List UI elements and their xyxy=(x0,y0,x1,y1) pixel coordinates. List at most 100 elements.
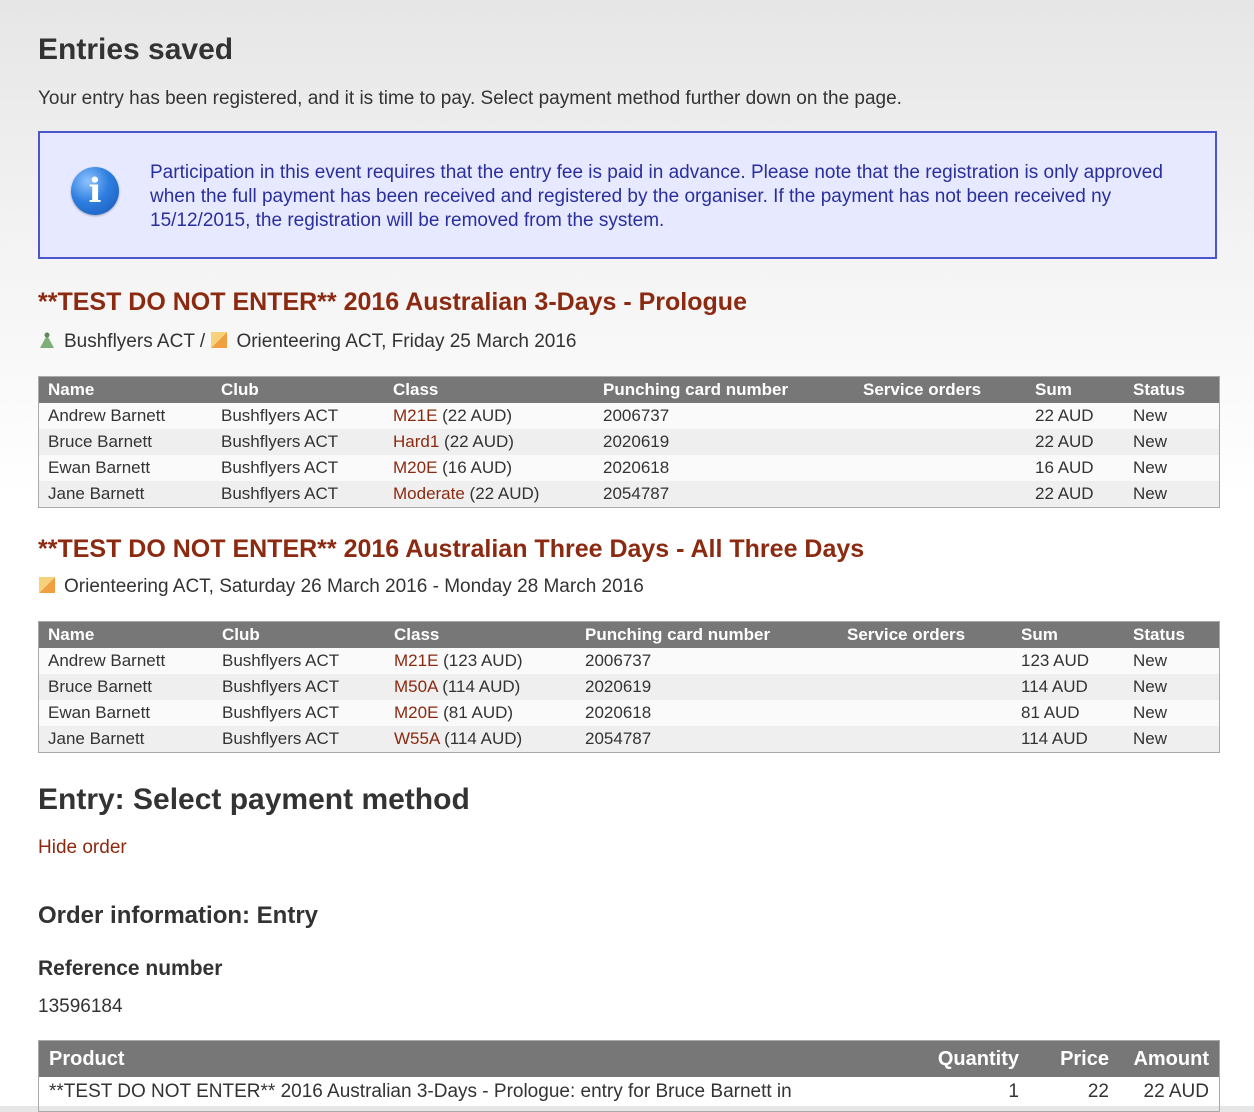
entry-card: 2020619 xyxy=(585,677,652,696)
entry-name: Ewan Barnett xyxy=(48,703,151,722)
entries-table: Name Club Class Punching card number Ser… xyxy=(38,621,1220,753)
entry-sum: 22 AUD xyxy=(1035,484,1094,503)
entry-sum: 114 AUD xyxy=(1021,729,1088,748)
column-card: Punching card number xyxy=(576,621,838,648)
entry-card: 2006737 xyxy=(585,651,652,670)
table-row: Ewan Barnett Bushflyers ACT M20E (16 AUD… xyxy=(38,455,1220,481)
table-row: Jane Barnett Bushflyers ACT W55A (114 AU… xyxy=(38,726,1220,753)
info-box: i Participation in this event requires t… xyxy=(38,131,1217,259)
hide-order-link[interactable]: Hide order xyxy=(38,837,127,859)
entry-class: M21E (22 AUD) xyxy=(384,403,594,429)
entry-club-link[interactable]: Bushflyers ACT xyxy=(212,429,384,455)
entry-sum: 22 AUD xyxy=(1035,406,1094,425)
orienteering-icon xyxy=(211,332,228,348)
event-title: **TEST DO NOT ENTER** 2016 Australian Th… xyxy=(38,535,865,563)
entry-service xyxy=(838,648,1012,674)
column-card: Punching card number xyxy=(594,376,854,403)
class-fee: (22 AUD) xyxy=(437,406,513,425)
reference-value: 13596184 xyxy=(38,996,123,1017)
entry-service xyxy=(854,403,1026,429)
organiser-text: Orienteering ACT, Saturday 26 March 2016… xyxy=(64,576,644,597)
entry-status: New xyxy=(1133,677,1168,696)
event-organiser: Orienteering ACT, Saturday 26 March 2016… xyxy=(38,576,644,598)
entry-class: Moderate (22 AUD) xyxy=(384,481,594,508)
column-class: Class xyxy=(384,376,594,403)
entry-status: New xyxy=(1133,458,1168,477)
column-club: Club xyxy=(213,621,385,648)
class-link[interactable]: W55A xyxy=(394,729,439,748)
entry-card: 2006737 xyxy=(603,406,670,425)
column-price: Price xyxy=(1029,1040,1119,1077)
entry-club-link[interactable]: Bushflyers ACT xyxy=(212,403,384,429)
class-fee: (81 AUD) xyxy=(438,703,514,722)
product-price: 22 xyxy=(1087,1081,1109,1102)
table-row: Andrew Barnett Bushflyers ACT M21E (22 A… xyxy=(38,403,1220,429)
club-icon xyxy=(40,332,54,348)
entry-card: 2054787 xyxy=(603,484,670,503)
entry-sum: 81 AUD xyxy=(1021,703,1080,722)
entry-name: Bruce Barnett xyxy=(48,677,152,696)
product-name: **TEST DO NOT ENTER** 2016 Australian 3-… xyxy=(49,1081,792,1102)
entry-class: Hard1 (22 AUD) xyxy=(384,429,594,455)
class-link[interactable]: M21E xyxy=(394,651,438,670)
entry-status: New xyxy=(1133,703,1168,722)
entry-club-link[interactable]: Bushflyers ACT xyxy=(213,700,385,726)
table-header-row: Name Club Class Punching card number Ser… xyxy=(38,376,1220,403)
column-service: Service orders xyxy=(854,376,1026,403)
table-header-row: Name Club Class Punching card number Ser… xyxy=(38,621,1220,648)
table-row: **TEST DO NOT ENTER** 2016 Australian 3-… xyxy=(39,1077,1220,1112)
column-class: Class xyxy=(385,621,576,648)
intro-text: Your entry has been registered, and it i… xyxy=(38,88,902,109)
entry-card: 2020618 xyxy=(585,703,652,722)
entry-club-link[interactable]: Bushflyers ACT xyxy=(212,481,384,508)
info-text: Participation in this event requires tha… xyxy=(150,162,1163,231)
entry-name: Andrew Barnett xyxy=(48,651,166,670)
page-title: Entries saved xyxy=(38,33,234,66)
class-fee: (114 AUD) xyxy=(437,677,521,696)
class-link[interactable]: M20E xyxy=(393,458,437,477)
class-link[interactable]: M20E xyxy=(394,703,438,722)
event-organiser: Bushflyers ACT / Orienteering ACT, Frida… xyxy=(38,331,577,353)
column-sum: Sum xyxy=(1012,621,1124,648)
class-fee: (114 AUD) xyxy=(439,729,523,748)
table-row: Jane Barnett Bushflyers ACT Moderate (22… xyxy=(38,481,1220,508)
entry-status: New xyxy=(1133,651,1168,670)
column-club: Club xyxy=(212,376,384,403)
table-row: Ewan Barnett Bushflyers ACT M20E (81 AUD… xyxy=(38,700,1220,726)
class-link[interactable]: Moderate xyxy=(393,484,465,503)
entry-service xyxy=(854,429,1026,455)
entry-service xyxy=(838,674,1012,700)
payment-title: Entry: Select payment method xyxy=(38,783,470,816)
entry-club-link[interactable]: Bushflyers ACT xyxy=(212,455,384,481)
column-product: Product xyxy=(38,1040,919,1077)
entry-club-link[interactable]: Bushflyers ACT xyxy=(213,648,385,674)
column-name: Name xyxy=(38,621,213,648)
entry-sum: 114 AUD xyxy=(1021,677,1088,696)
entry-class: M21E (123 AUD) xyxy=(385,648,576,674)
page: Entries saved Your entry has been regist… xyxy=(0,0,1254,1112)
info-icon: i xyxy=(71,167,119,215)
column-quantity: Quantity xyxy=(919,1040,1029,1077)
table-row: Bruce Barnett Bushflyers ACT M50A (114 A… xyxy=(38,674,1220,700)
class-fee: (22 AUD) xyxy=(464,484,540,503)
reference-label: Reference number xyxy=(38,957,223,980)
entry-class: M20E (81 AUD) xyxy=(385,700,576,726)
club-link[interactable]: Bushflyers ACT xyxy=(64,331,195,352)
table-row: Bruce Barnett Bushflyers ACT Hard1 (22 A… xyxy=(38,429,1220,455)
column-amount: Amount xyxy=(1119,1040,1220,1077)
event-title: **TEST DO NOT ENTER** 2016 Australian 3-… xyxy=(38,288,747,316)
class-link[interactable]: M50A xyxy=(394,677,437,696)
entry-club-link[interactable]: Bushflyers ACT xyxy=(213,674,385,700)
entry-name: Jane Barnett xyxy=(48,484,145,503)
column-name: Name xyxy=(38,376,212,403)
entry-card: 2054787 xyxy=(585,729,652,748)
order-title: Order information: Entry xyxy=(38,902,319,929)
entry-sum: 123 AUD xyxy=(1021,651,1090,670)
class-link[interactable]: Hard1 xyxy=(393,432,439,451)
class-link[interactable]: M21E xyxy=(393,406,437,425)
entry-sum: 16 AUD xyxy=(1035,458,1094,477)
entries-table: Name Club Class Punching card number Ser… xyxy=(38,376,1220,508)
entry-club-link[interactable]: Bushflyers ACT xyxy=(213,726,385,753)
entry-sum: 22 AUD xyxy=(1035,432,1094,451)
entry-service xyxy=(854,481,1026,508)
